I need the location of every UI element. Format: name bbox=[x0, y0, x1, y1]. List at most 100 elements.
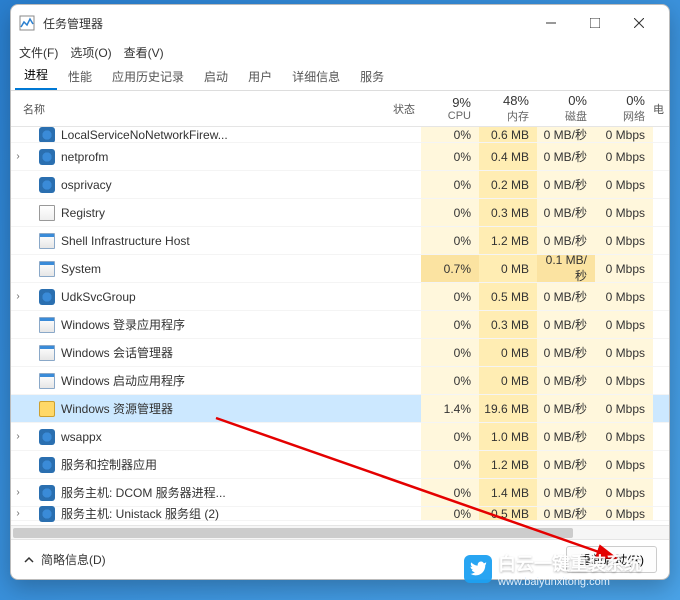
memory-cell: 0.3 MB bbox=[479, 199, 537, 226]
expand-toggle[interactable]: › bbox=[11, 508, 25, 519]
process-icon bbox=[39, 149, 55, 165]
expand-toggle[interactable]: › bbox=[11, 151, 25, 162]
col-memory[interactable]: 48%内存 bbox=[479, 93, 537, 124]
network-cell: 0 Mbps bbox=[595, 311, 653, 338]
table-row[interactable]: 服务和控制器应用0%1.2 MB0 MB/秒0 Mbps bbox=[11, 451, 669, 479]
network-cell: 0 Mbps bbox=[595, 255, 653, 282]
fewer-details-button[interactable]: 简略信息(D) bbox=[23, 551, 106, 568]
process-name: Registry bbox=[61, 206, 371, 220]
memory-cell: 1.0 MB bbox=[479, 423, 537, 450]
tab-services[interactable]: 服务 bbox=[351, 63, 393, 90]
process-name: netprofm bbox=[61, 150, 371, 164]
disk-cell: 0 MB/秒 bbox=[537, 507, 595, 520]
process-name: 服务主机: DCOM 服务器进程... bbox=[61, 484, 371, 501]
memory-cell: 0.6 MB bbox=[479, 127, 537, 142]
network-cell: 0 Mbps bbox=[595, 199, 653, 226]
memory-cell: 0.5 MB bbox=[479, 283, 537, 310]
process-list[interactable]: LocalServiceNoNetworkFirew...0%0.6 MB0 M… bbox=[11, 127, 669, 525]
table-row[interactable]: ›服务主机: Unistack 服务组 (2)0%0.5 MB0 MB/秒0 M… bbox=[11, 507, 669, 521]
app-icon bbox=[19, 15, 35, 31]
memory-cell: 1.4 MB bbox=[479, 479, 537, 506]
network-cell: 0 Mbps bbox=[595, 367, 653, 394]
network-cell: 0 Mbps bbox=[595, 171, 653, 198]
cpu-cell: 0% bbox=[421, 367, 479, 394]
table-row[interactable]: osprivacy0%0.2 MB0 MB/秒0 Mbps bbox=[11, 171, 669, 199]
scrollbar-thumb[interactable] bbox=[13, 528, 573, 538]
expand-toggle[interactable]: › bbox=[11, 487, 25, 498]
memory-cell: 1.2 MB bbox=[479, 451, 537, 478]
network-cell: 0 Mbps bbox=[595, 127, 653, 142]
table-row[interactable]: ›netprofm0%0.4 MB0 MB/秒0 Mbps bbox=[11, 143, 669, 171]
table-row[interactable]: Shell Infrastructure Host0%1.2 MB0 MB/秒0… bbox=[11, 227, 669, 255]
table-row[interactable]: Windows 启动应用程序0%0 MB0 MB/秒0 Mbps bbox=[11, 367, 669, 395]
menu-view[interactable]: 查看(V) bbox=[124, 44, 164, 61]
cpu-cell: 0% bbox=[421, 199, 479, 226]
table-row[interactable]: System0.7%0 MB0.1 MB/秒0 Mbps bbox=[11, 255, 669, 283]
menu-options[interactable]: 选项(O) bbox=[70, 44, 111, 61]
process-name: LocalServiceNoNetworkFirew... bbox=[61, 128, 371, 142]
col-power[interactable]: 电 bbox=[653, 101, 669, 117]
disk-cell: 0 MB/秒 bbox=[537, 227, 595, 254]
memory-cell: 0 MB bbox=[479, 339, 537, 366]
col-cpu[interactable]: 9%CPU bbox=[421, 95, 479, 122]
table-row[interactable]: Windows 资源管理器1.4%19.6 MB0 MB/秒0 Mbps bbox=[11, 395, 669, 423]
tab-processes[interactable]: 进程 bbox=[15, 61, 57, 90]
memory-cell: 0.2 MB bbox=[479, 171, 537, 198]
table-row[interactable]: Windows 登录应用程序0%0.3 MB0 MB/秒0 Mbps bbox=[11, 311, 669, 339]
process-name: System bbox=[61, 262, 371, 276]
tabs: 进程 性能 应用历史记录 启动 用户 详细信息 服务 bbox=[11, 63, 669, 91]
maximize-button[interactable] bbox=[573, 9, 617, 37]
process-icon bbox=[39, 506, 55, 522]
column-header[interactable]: 名称 状态 9%CPU 48%内存 0%磁盘 0%网络 电 bbox=[11, 91, 669, 127]
minimize-button[interactable] bbox=[529, 9, 573, 37]
cpu-cell: 0% bbox=[421, 451, 479, 478]
process-name: UdkSvcGroup bbox=[61, 290, 371, 304]
tab-details[interactable]: 详细信息 bbox=[283, 63, 349, 90]
table-row[interactable]: Registry 0%0.3 MB0 MB/秒0 Mbps bbox=[11, 199, 669, 227]
watermark: 白云一键重装系统 www.baiyunxitong.com bbox=[464, 550, 642, 588]
network-cell: 0 Mbps bbox=[595, 451, 653, 478]
col-name[interactable]: 名称 bbox=[11, 101, 371, 117]
network-cell: 0 Mbps bbox=[595, 339, 653, 366]
process-name: wsappx bbox=[61, 430, 371, 444]
network-cell: 0 Mbps bbox=[595, 143, 653, 170]
disk-cell: 0 MB/秒 bbox=[537, 199, 595, 226]
process-icon bbox=[39, 345, 55, 361]
table-row[interactable]: LocalServiceNoNetworkFirew...0%0.6 MB0 M… bbox=[11, 127, 669, 143]
close-button[interactable] bbox=[617, 9, 661, 37]
memory-cell: 19.6 MB bbox=[479, 395, 537, 422]
titlebar[interactable]: 任务管理器 bbox=[11, 5, 669, 41]
tab-performance[interactable]: 性能 bbox=[59, 63, 101, 90]
process-icon bbox=[39, 289, 55, 305]
cpu-cell: 0% bbox=[421, 479, 479, 506]
tab-startup[interactable]: 启动 bbox=[195, 63, 237, 90]
memory-cell: 0.4 MB bbox=[479, 143, 537, 170]
process-name: Windows 启动应用程序 bbox=[61, 372, 371, 389]
table-row[interactable]: ›wsappx0%1.0 MB0 MB/秒0 Mbps bbox=[11, 423, 669, 451]
disk-cell: 0 MB/秒 bbox=[537, 339, 595, 366]
memory-cell: 0 MB bbox=[479, 255, 537, 282]
col-status[interactable]: 状态 bbox=[371, 101, 421, 117]
disk-cell: 0 MB/秒 bbox=[537, 479, 595, 506]
network-cell: 0 Mbps bbox=[595, 479, 653, 506]
col-disk[interactable]: 0%磁盘 bbox=[537, 93, 595, 124]
process-name: 服务主机: Unistack 服务组 (2) bbox=[61, 505, 371, 522]
expand-toggle[interactable]: › bbox=[11, 431, 25, 442]
col-network[interactable]: 0%网络 bbox=[595, 93, 653, 124]
cpu-cell: 1.4% bbox=[421, 395, 479, 422]
process-icon bbox=[39, 205, 55, 221]
network-cell: 0 Mbps bbox=[595, 395, 653, 422]
process-name: osprivacy bbox=[61, 178, 371, 192]
process-icon bbox=[39, 485, 55, 501]
menu-file[interactable]: 文件(F) bbox=[19, 44, 58, 61]
table-row[interactable]: ›UdkSvcGroup0%0.5 MB0 MB/秒0 Mbps bbox=[11, 283, 669, 311]
process-icon bbox=[39, 429, 55, 445]
tab-app-history[interactable]: 应用历史记录 bbox=[103, 63, 193, 90]
table-row[interactable]: › 服务主机: DCOM 服务器进程... 0%1.4 MB0 MB/秒0 Mbps bbox=[11, 479, 669, 507]
disk-cell: 0 MB/秒 bbox=[537, 127, 595, 142]
disk-cell: 0 MB/秒 bbox=[537, 283, 595, 310]
expand-toggle[interactable]: › bbox=[11, 291, 25, 302]
horizontal-scrollbar[interactable] bbox=[11, 525, 669, 539]
table-row[interactable]: Windows 会话管理器0%0 MB0 MB/秒0 Mbps bbox=[11, 339, 669, 367]
tab-users[interactable]: 用户 bbox=[239, 63, 281, 90]
